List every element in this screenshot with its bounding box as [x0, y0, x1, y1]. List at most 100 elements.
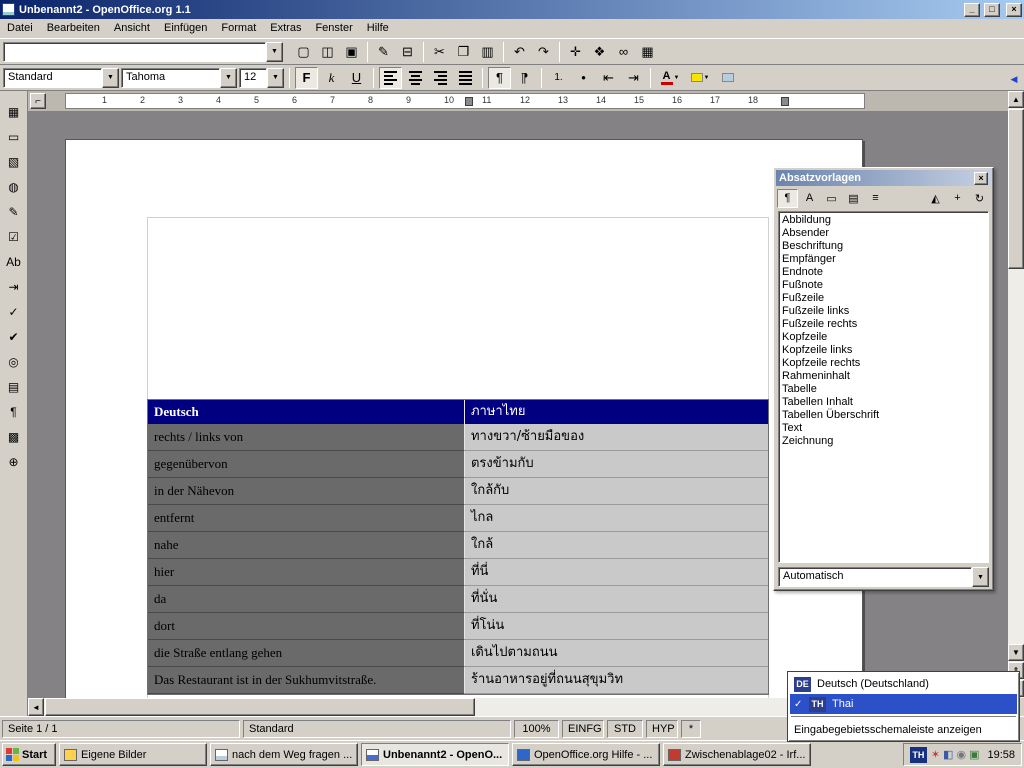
- scroll-left-button[interactable]: ◄: [28, 698, 44, 716]
- language-menu-item[interactable]: DEDeutsch (Deutschland): [790, 674, 1017, 694]
- style-filter-value[interactable]: Automatisch: [778, 567, 972, 587]
- url-dropdown-button[interactable]: ▼: [266, 42, 283, 62]
- close-button[interactable]: ×: [1006, 3, 1022, 17]
- paragraph-style-dropdown-button[interactable]: ▼: [102, 68, 119, 88]
- status-selection-mode-field[interactable]: STD: [607, 720, 643, 738]
- table-cell-thai[interactable]: ตรงข้ามกับ: [465, 451, 768, 478]
- table-cell-thai[interactable]: ที่โน่น: [465, 613, 768, 640]
- style-list-item[interactable]: Text: [782, 422, 985, 435]
- menu-ansicht[interactable]: Ansicht: [107, 19, 157, 38]
- table-cell-german[interactable]: rechts / links von: [148, 424, 465, 451]
- style-list-item[interactable]: Kopfzeile links: [782, 344, 985, 357]
- style-list-item[interactable]: Kopfzeile: [782, 331, 985, 344]
- tray-icon-2[interactable]: ◧: [943, 748, 953, 762]
- align-center-button[interactable]: [404, 67, 427, 89]
- fill-format-mode-button[interactable]: ◭: [925, 189, 946, 208]
- table-header-thai[interactable]: ภาษาไทย: [465, 400, 768, 424]
- minimize-button[interactable]: _: [964, 3, 980, 17]
- taskbar-button[interactable]: Eigene Bilder: [59, 743, 207, 766]
- bold-button[interactable]: F: [295, 67, 318, 89]
- font-size-value[interactable]: 12: [239, 68, 267, 88]
- style-list-item[interactable]: Endnote: [782, 266, 985, 279]
- style-list-item[interactable]: Beschriftung: [782, 240, 985, 253]
- document-page[interactable]: Deutschภาษาไทยrechts / links vonทางขวา/ซ…: [65, 139, 863, 698]
- edit-file-button[interactable]: ✎: [372, 41, 395, 63]
- tray-icon-3[interactable]: ◉: [956, 748, 966, 762]
- table-cell-german[interactable]: gegenübervon: [148, 451, 465, 478]
- language-menu-item[interactable]: ✓THThai: [790, 694, 1017, 714]
- draw-functions-button[interactable]: ✎: [2, 201, 26, 223]
- menu-fenster[interactable]: Fenster: [308, 19, 359, 38]
- bullets-button[interactable]: •: [572, 67, 595, 89]
- style-list-item[interactable]: Tabelle: [782, 383, 985, 396]
- stylist-titlebar[interactable]: Absatzvorlagen ×: [776, 170, 991, 186]
- find-replace-button[interactable]: ◎: [2, 351, 26, 373]
- table-cell-german[interactable]: die Straße entlang gehen: [148, 640, 465, 667]
- align-left-button[interactable]: [379, 67, 402, 89]
- table-cell-thai[interactable]: ทางขวา/ซ้ายมือของ: [465, 424, 768, 451]
- insert-object-button[interactable]: ◍: [2, 176, 26, 198]
- menu-hilfe[interactable]: Hilfe: [360, 19, 396, 38]
- maximize-button[interactable]: □: [984, 3, 1000, 17]
- update-style-button[interactable]: ↻: [969, 189, 990, 208]
- table-cell-thai[interactable]: ไกล: [465, 505, 768, 532]
- status-insert-mode-field[interactable]: EINFG: [562, 720, 604, 738]
- menu-datei[interactable]: Datei: [0, 19, 40, 38]
- scroll-down-button[interactable]: ▼: [1008, 644, 1024, 661]
- gallery-button[interactable]: ▦: [636, 41, 659, 63]
- style-list-item[interactable]: Kopfzeile rechts: [782, 357, 985, 370]
- status-page-style-field[interactable]: Standard: [243, 720, 511, 738]
- font-size-dropdown-button[interactable]: ▼: [267, 68, 284, 88]
- style-list-item[interactable]: Abbildung: [782, 214, 985, 227]
- status-hyperlink-mode-field[interactable]: HYP: [646, 720, 678, 738]
- table-cell-thai[interactable]: ใกล้กับ: [465, 478, 768, 505]
- paragraph-style-value[interactable]: Standard: [3, 68, 102, 88]
- style-filter-dropdown-button[interactable]: ▼: [972, 567, 989, 587]
- document-table[interactable]: Deutschภาษาไทยrechts / links vonทางขวา/ซ…: [147, 399, 769, 695]
- style-list-item[interactable]: Tabellen Überschrift: [782, 409, 985, 422]
- style-list[interactable]: AbbildungAbsenderBeschriftungEmpfängerEn…: [778, 211, 989, 563]
- menu-format[interactable]: Format: [214, 19, 263, 38]
- save-document-button[interactable]: ▣: [340, 41, 363, 63]
- right-to-left-button[interactable]: ¶: [513, 67, 536, 89]
- style-list-item[interactable]: Tabellen Inhalt: [782, 396, 985, 409]
- numbering-button[interactable]: 1.: [547, 67, 570, 89]
- nonprinting-characters-button[interactable]: ¶: [2, 401, 26, 423]
- taskbar-button[interactable]: Zwischenablage02 - Irf...: [663, 743, 811, 766]
- taskbar-button[interactable]: Unbenannt2 - OpenO...: [361, 743, 509, 766]
- table-cell-german[interactable]: da: [148, 586, 465, 613]
- menu-bearbeiten[interactable]: Bearbeiten: [40, 19, 107, 38]
- status-page-field[interactable]: Seite 1 / 1: [2, 720, 240, 738]
- insert-table-button[interactable]: ▦: [2, 101, 26, 123]
- italic-button[interactable]: k: [320, 67, 343, 89]
- status-modified-field[interactable]: *: [681, 720, 701, 738]
- style-list-item[interactable]: Fußzeile: [782, 292, 985, 305]
- font-color-button[interactable]: A ▼: [656, 67, 684, 89]
- font-name-dropdown-button[interactable]: ▼: [220, 68, 237, 88]
- tray-icon-4[interactable]: ▣: [969, 748, 979, 762]
- table-cell-german[interactable]: Das Restaurant ist in der Sukhumvitstraß…: [148, 667, 465, 694]
- online-layout-button[interactable]: ⊕: [2, 451, 26, 473]
- style-list-item[interactable]: Empfänger: [782, 253, 985, 266]
- navigator-button[interactable]: ✛: [564, 41, 587, 63]
- table-cell-german[interactable]: in der Nähevon: [148, 478, 465, 505]
- window-titlebar[interactable]: Unbenannt2 - OpenOffice.org 1.1 _ □ ×: [0, 0, 1024, 19]
- menu-extras[interactable]: Extras: [263, 19, 308, 38]
- undo-button[interactable]: ↶: [508, 41, 531, 63]
- table-cell-thai[interactable]: ที่นั่น: [465, 586, 768, 613]
- style-list-item[interactable]: Rahmeninhalt: [782, 370, 985, 383]
- justify-button[interactable]: [454, 67, 477, 89]
- start-button[interactable]: Start: [2, 743, 56, 766]
- vertical-scrollbar[interactable]: ▲ ▼ ⇞ ⇟: [1008, 91, 1024, 698]
- hyperlink-dialog-button[interactable]: ∞: [612, 41, 635, 63]
- direct-cursor-button[interactable]: ⇥: [2, 276, 26, 298]
- tab-type-selector-button[interactable]: ⌐: [30, 93, 46, 109]
- underline-button[interactable]: U: [345, 67, 368, 89]
- table-column-marker[interactable]: [781, 97, 789, 106]
- stylist-close-button[interactable]: ×: [974, 172, 988, 185]
- decrease-indent-button[interactable]: ⇤: [597, 67, 620, 89]
- table-cell-german[interactable]: entfernt: [148, 505, 465, 532]
- style-list-item[interactable]: Zeichnung: [782, 435, 985, 448]
- insert-frame-button[interactable]: ▭: [2, 126, 26, 148]
- scroll-up-button[interactable]: ▲: [1008, 91, 1024, 108]
